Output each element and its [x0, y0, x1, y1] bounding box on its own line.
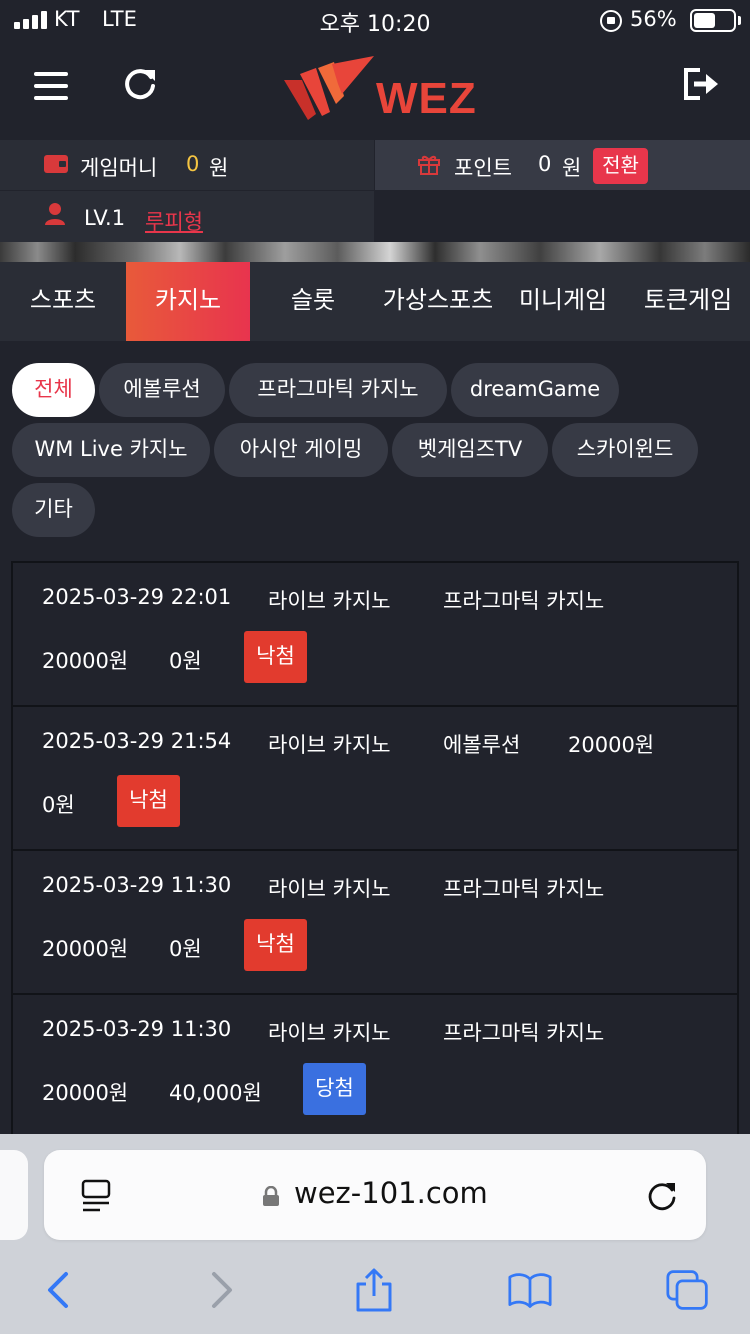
- forward-icon[interactable]: [198, 1268, 242, 1312]
- menu-icon[interactable]: [32, 64, 76, 108]
- bet-history-list: 2025-03-29 22:01 라이브 카지노 프라그마틱 카지노 20000…: [11, 561, 739, 1141]
- user-icon: [45, 203, 65, 225]
- filter-chip-label: 스카이윈드: [576, 437, 674, 461]
- game-money-value: 0: [186, 152, 200, 176]
- filter-chip-label: 기타: [34, 497, 73, 521]
- filter-chip-asian-gaming[interactable]: 아시안 게이밍: [214, 423, 388, 477]
- bet-amount: 20000원: [42, 1081, 129, 1105]
- browser-toolbar: wez-101.com: [0, 1134, 750, 1334]
- filter-chip-label: dreamGame: [469, 377, 601, 401]
- logo-text: WEZ: [376, 74, 477, 123]
- filter-chip-pragmatic[interactable]: 프라그마틱 카지노: [229, 363, 447, 417]
- bet-category: 라이브 카지노: [268, 733, 391, 757]
- bet-payout: 40,000원: [169, 1081, 262, 1105]
- bet-datetime: 2025-03-29 11:30: [42, 873, 232, 897]
- status-bar: KT LTE 오후 10:20 56%: [0, 0, 750, 42]
- point-unit: 원: [562, 156, 582, 180]
- bet-row[interactable]: 2025-03-29 22:01 라이브 카지노 프라그마틱 카지노 20000…: [13, 563, 737, 707]
- game-money-label: 게임머니: [80, 156, 158, 180]
- tab-slot[interactable]: 슬롯: [250, 262, 376, 341]
- battery-icon: [690, 9, 736, 32]
- filter-chip-etc[interactable]: 기타: [12, 483, 95, 537]
- wallet-icon: [44, 155, 68, 173]
- previous-tab-preview[interactable]: [0, 1150, 28, 1240]
- filter-chip-evolution[interactable]: 에볼루션: [99, 363, 225, 417]
- filter-chip-label: 에볼루션: [123, 377, 201, 401]
- bet-category: 라이브 카지노: [268, 877, 391, 901]
- filter-chip-label: 프라그마틱 카지노: [257, 377, 419, 401]
- bet-provider: 에볼루션: [443, 733, 521, 757]
- filter-chip-label: 아시안 게이밍: [239, 437, 363, 461]
- result-badge: 낙첨: [117, 775, 180, 827]
- logout-icon[interactable]: [682, 64, 726, 108]
- result-badge: 낙첨: [244, 631, 307, 683]
- bet-row[interactable]: 2025-03-29 21:54 라이브 카지노 에볼루션 20000원 0원 …: [13, 707, 737, 851]
- banner-image: [0, 242, 750, 262]
- bet-provider: 프라그마틱 카지노: [443, 1021, 605, 1045]
- battery-percent: 56%: [630, 7, 677, 31]
- bet-amount: 20000원: [42, 937, 129, 961]
- bet-datetime: 2025-03-29 22:01: [42, 585, 232, 609]
- bet-row[interactable]: 2025-03-29 11:30 라이브 카지노 프라그마틱 카지노 20000…: [13, 995, 737, 1139]
- point-label: 포인트: [454, 156, 512, 180]
- filter-chip-dreamgame[interactable]: dreamGame: [451, 363, 619, 417]
- bookmarks-icon[interactable]: [508, 1268, 552, 1312]
- bet-category: 라이브 카지노: [268, 1021, 391, 1045]
- tabs-icon[interactable]: [666, 1268, 710, 1312]
- back-icon[interactable]: [38, 1268, 82, 1312]
- share-icon[interactable]: [352, 1268, 396, 1312]
- bet-row[interactable]: 2025-03-29 11:30 라이브 카지노 프라그마틱 카지노 20000…: [13, 851, 737, 995]
- refresh-icon[interactable]: [120, 64, 164, 108]
- logo-mark-icon: [284, 56, 374, 120]
- bet-payout: 0원: [169, 649, 202, 673]
- user-level: LV.1: [84, 206, 126, 230]
- bet-provider: 프라그마틱 카지노: [443, 589, 605, 613]
- point-value: 0: [538, 152, 552, 176]
- lock-icon: [263, 1186, 279, 1206]
- rotation-lock-icon: [600, 10, 622, 32]
- filter-chip-skywind[interactable]: 스카이윈드: [552, 423, 698, 477]
- bet-amount: 20000원: [42, 649, 129, 673]
- user-info-bar: 게임머니 0 원 포인트 0 원 전환 LV.1 루피형: [0, 140, 750, 242]
- tab-casino[interactable]: 카지노: [126, 262, 250, 341]
- tab-sports[interactable]: 스포츠: [0, 262, 126, 341]
- reader-icon[interactable]: [80, 1178, 112, 1214]
- bet-payout: 0원: [42, 793, 75, 817]
- game-category-tabs: 스포츠 카지노 슬롯 가상스포츠 미니게임 토큰게임: [0, 262, 750, 341]
- bet-category: 라이브 카지노: [268, 589, 391, 613]
- tab-virtual-sports[interactable]: 가상스포츠: [376, 262, 500, 341]
- wez-logo[interactable]: WEZ: [282, 54, 476, 124]
- user-nickname[interactable]: 루피형: [145, 206, 203, 236]
- tab-minigame[interactable]: 미니게임: [500, 262, 626, 341]
- url-text: wez-101.com: [294, 1176, 488, 1210]
- bet-payout: 0원: [169, 937, 202, 961]
- filter-chip-label: 벳게임즈TV: [417, 437, 523, 461]
- result-badge: 당첨: [303, 1063, 366, 1115]
- bet-amount: 20000원: [568, 733, 655, 757]
- convert-point-button[interactable]: 전환: [593, 148, 648, 184]
- filter-chip-label: WM Live 카지노: [34, 437, 188, 461]
- filter-chip-wm-live[interactable]: WM Live 카지노: [12, 423, 210, 477]
- game-money-unit: 원: [209, 156, 229, 180]
- site-header: WEZ: [0, 42, 750, 140]
- filter-chip-label: 전체: [34, 377, 73, 401]
- reload-icon[interactable]: [644, 1178, 680, 1214]
- tab-token-game[interactable]: 토큰게임: [626, 262, 750, 341]
- filter-chip-betgames[interactable]: 벳게임즈TV: [392, 423, 548, 477]
- address-bar[interactable]: wez-101.com: [44, 1150, 706, 1240]
- bet-provider: 프라그마틱 카지노: [443, 877, 605, 901]
- battery-tip: [738, 16, 741, 25]
- gift-icon: [418, 155, 440, 175]
- filter-chip-all[interactable]: 전체: [12, 363, 95, 417]
- bet-datetime: 2025-03-29 21:54: [42, 729, 232, 753]
- bet-datetime: 2025-03-29 11:30: [42, 1017, 232, 1041]
- result-badge: 낙첨: [244, 919, 307, 971]
